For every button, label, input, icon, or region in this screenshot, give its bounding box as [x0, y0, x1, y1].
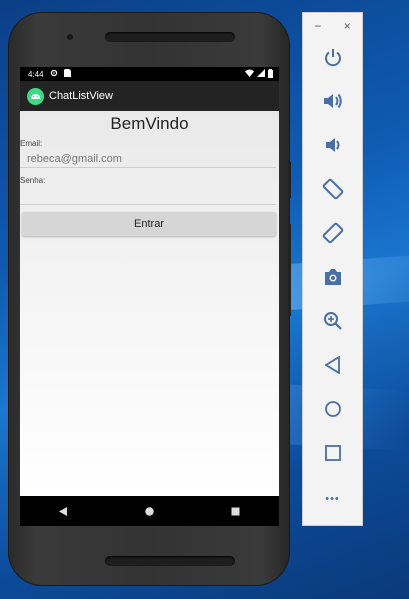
overview-button[interactable] [303, 441, 362, 469]
rotate-right-icon [321, 221, 345, 250]
password-field[interactable] [20, 187, 276, 205]
camera-icon [323, 268, 343, 291]
back-button[interactable] [303, 353, 362, 381]
zoom-button[interactable] [303, 309, 362, 337]
close-button[interactable]: × [344, 19, 351, 33]
password-label: Senha: [20, 176, 46, 185]
rotate-left-button[interactable] [303, 177, 362, 205]
status-bar: 4:44 [20, 67, 279, 81]
app-bar: ChatListView [20, 81, 279, 111]
power-side-button[interactable] [288, 162, 291, 198]
welcome-heading: BemVindo [110, 114, 189, 133]
android-app-icon [27, 87, 44, 105]
navigation-bar [20, 496, 279, 526]
minimize-button[interactable]: − [314, 19, 321, 33]
app-title: ChatListView [49, 90, 113, 102]
nav-home-button[interactable] [129, 506, 169, 516]
email-label: Email: [20, 139, 43, 148]
home-icon [324, 400, 342, 423]
settings-notification-icon [50, 69, 58, 79]
more-icon: ••• [325, 493, 340, 505]
email-field[interactable]: rebeca@gmail.com [20, 150, 276, 168]
home-button[interactable] [303, 397, 362, 425]
signal-icon [257, 69, 265, 79]
front-camera [67, 34, 73, 40]
wifi-icon [245, 69, 254, 79]
volume-up-icon [322, 92, 344, 115]
power-button[interactable] [303, 45, 362, 73]
window-controls: − × [303, 16, 362, 36]
nav-overview-button[interactable] [216, 507, 256, 516]
volume-up-button[interactable] [303, 89, 362, 117]
login-form: BemVindo Email: rebeca@gmail.com Senha: … [20, 111, 279, 496]
volume-down-icon [324, 136, 342, 159]
battery-icon [268, 68, 273, 80]
zoom-in-icon [323, 311, 343, 336]
power-icon [323, 47, 343, 72]
top-speaker [105, 32, 235, 42]
overview-icon [324, 444, 341, 466]
rotate-left-icon [321, 177, 345, 206]
nav-back-button[interactable] [43, 506, 83, 516]
volume-side-button[interactable] [288, 224, 291, 316]
status-time: 4:44 [28, 69, 44, 79]
emulator-toolbar: − × ••• [303, 13, 362, 525]
device-screen: 4:44 ChatListView BemVindo Email: rebeca [20, 67, 279, 526]
sd-card-icon [63, 69, 71, 79]
bottom-speaker [105, 556, 235, 566]
submit-button[interactable]: Entrar [22, 212, 276, 236]
screenshot-button[interactable] [303, 265, 362, 293]
volume-down-button[interactable] [303, 133, 362, 161]
rotate-right-button[interactable] [303, 221, 362, 249]
more-button[interactable]: ••• [303, 485, 362, 513]
back-icon [323, 354, 341, 379]
